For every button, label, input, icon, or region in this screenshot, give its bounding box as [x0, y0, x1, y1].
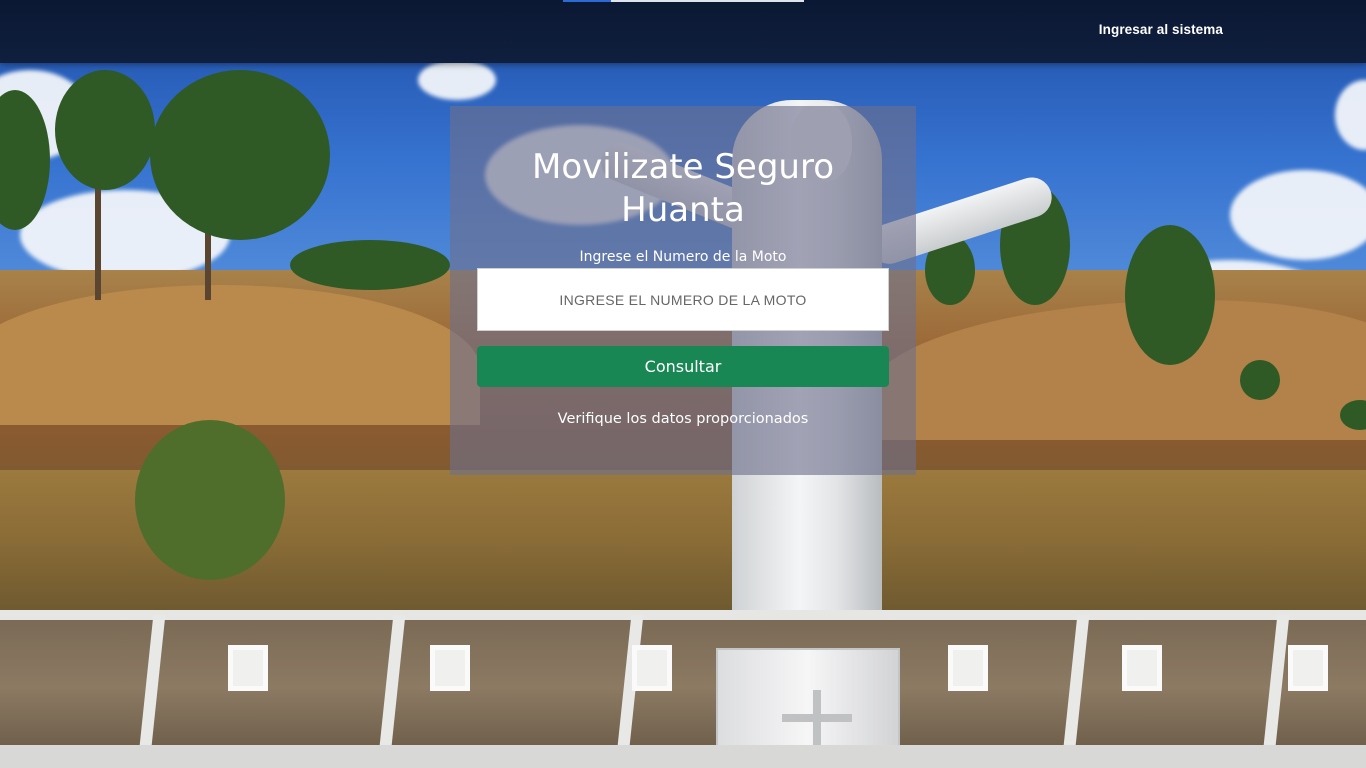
title-line-1: Movilizate Seguro: [532, 147, 834, 187]
consult-button[interactable]: Consultar: [477, 346, 889, 387]
pedestal-cross: [782, 714, 852, 722]
tree: [290, 240, 450, 290]
loading-progress-bar: [563, 0, 804, 2]
wall-niche: [1288, 645, 1328, 691]
tree: [1240, 360, 1280, 400]
moto-number-input[interactable]: [477, 268, 889, 331]
tree: [55, 70, 155, 190]
title-line-2: Huanta: [621, 190, 745, 230]
wall-niche: [228, 645, 268, 691]
wall-niche: [430, 645, 470, 691]
tree: [150, 70, 330, 240]
page-title: Movilizate Seguro Huanta: [450, 146, 916, 232]
status-message: Verifique los datos proporcionados: [557, 411, 809, 427]
shrub: [135, 420, 285, 580]
top-navbar: Ingresar al sistema: [0, 0, 1366, 63]
search-card: Movilizate Seguro Huanta Ingrese el Nume…: [450, 106, 916, 475]
wall-niche: [948, 645, 988, 691]
statue-pedestal: [716, 648, 900, 754]
cloud: [418, 60, 496, 100]
wall-niche: [1122, 645, 1162, 691]
login-link[interactable]: Ingresar al sistema: [1099, 22, 1223, 37]
tree: [1125, 225, 1215, 365]
moto-number-label: Ingrese el Numero de la Moto: [579, 249, 787, 265]
ground: [0, 745, 1366, 768]
wall-niche: [632, 645, 672, 691]
loading-progress-fill: [563, 0, 612, 2]
